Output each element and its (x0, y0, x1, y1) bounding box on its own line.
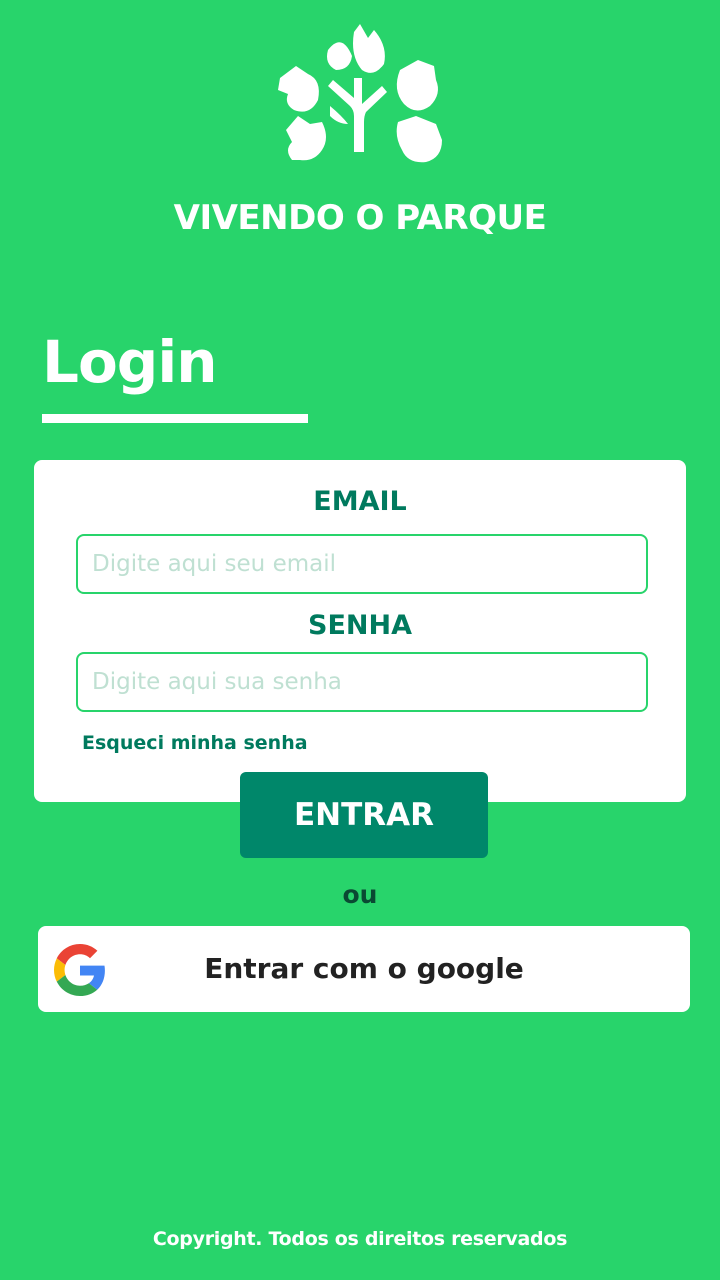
email-field[interactable] (76, 534, 648, 594)
google-icon (54, 944, 105, 996)
page-title: Login (42, 328, 217, 396)
title-underline (42, 414, 308, 423)
or-separator: ou (342, 880, 378, 909)
google-login-button[interactable]: Entrar com o google (38, 926, 690, 1012)
email-label: EMAIL (313, 486, 407, 517)
forgot-password-link[interactable]: Esqueci minha senha (82, 732, 308, 754)
password-field[interactable] (76, 652, 648, 712)
tree-leaves-icon (278, 24, 442, 163)
password-label: SENHA (308, 610, 412, 641)
google-login-label: Entrar com o google (204, 952, 524, 985)
enter-button-label: ENTRAR (294, 797, 434, 833)
login-form-card: EMAIL SENHA Esqueci minha senha (34, 460, 686, 802)
enter-button[interactable]: ENTRAR (240, 772, 488, 858)
copyright-text: Copyright. Todos os direitos reservados (152, 1228, 568, 1250)
app-title: VIVENDO O PARQUE (173, 198, 547, 238)
